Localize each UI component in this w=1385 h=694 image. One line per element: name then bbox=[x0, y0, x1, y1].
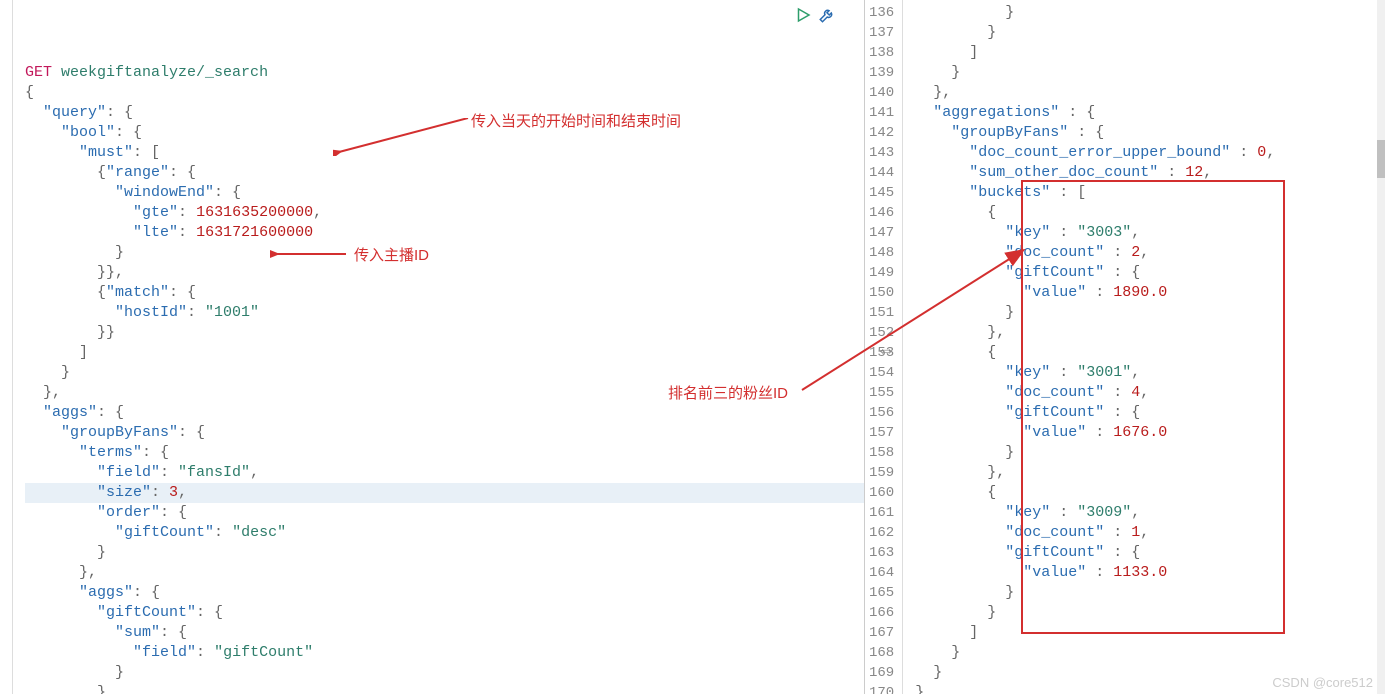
code-line[interactable]: } bbox=[25, 663, 864, 683]
code-line[interactable]: "aggs": { bbox=[25, 583, 864, 603]
code-line[interactable]: { bbox=[25, 83, 864, 103]
code-line[interactable]: "gte": 1631635200000, bbox=[25, 203, 864, 223]
panel-divider-icon[interactable]: ⇔ bbox=[880, 340, 892, 363]
request-editor-panel: GET weekgiftanalyze/_search{ "query": { … bbox=[0, 0, 865, 694]
code-line[interactable]: } bbox=[915, 643, 1385, 663]
left-gutter bbox=[0, 0, 13, 694]
watermark: CSDN @core512 bbox=[1272, 675, 1373, 690]
code-line[interactable]: } bbox=[25, 683, 864, 694]
code-line[interactable]: "lte": 1631721600000 bbox=[25, 223, 864, 243]
code-line[interactable]: "groupByFans" : { bbox=[915, 123, 1385, 143]
code-line[interactable]: "sum": { bbox=[25, 623, 864, 643]
line-number: 165 bbox=[869, 583, 894, 603]
code-line[interactable]: "size": 3, bbox=[25, 483, 864, 503]
line-number: 140 bbox=[869, 83, 894, 103]
code-line[interactable]: "windowEnd": { bbox=[25, 183, 864, 203]
line-number: 156 bbox=[869, 403, 894, 423]
arrow-host-id bbox=[270, 248, 350, 260]
line-number: 142 bbox=[869, 123, 894, 143]
code-line[interactable]: ] bbox=[915, 43, 1385, 63]
code-line[interactable]: GET weekgiftanalyze/_search bbox=[25, 63, 864, 83]
wrench-icon[interactable] bbox=[818, 6, 836, 24]
line-number: 147 bbox=[869, 223, 894, 243]
line-number: 161 bbox=[869, 503, 894, 523]
line-number: 137 bbox=[869, 23, 894, 43]
code-line[interactable]: "giftCount": "desc" bbox=[25, 523, 864, 543]
line-number: 136 bbox=[869, 3, 894, 23]
code-line[interactable]: }, bbox=[915, 83, 1385, 103]
code-line[interactable]: } bbox=[25, 363, 864, 383]
line-number: 160 bbox=[869, 483, 894, 503]
run-icon[interactable] bbox=[794, 6, 812, 24]
line-number: 158 bbox=[869, 443, 894, 463]
line-number: 164 bbox=[869, 563, 894, 583]
code-line[interactable]: "field": "giftCount" bbox=[25, 643, 864, 663]
code-line[interactable]: "aggregations" : { bbox=[915, 103, 1385, 123]
code-line[interactable]: "terms": { bbox=[25, 443, 864, 463]
code-line[interactable]: "aggs": { bbox=[25, 403, 864, 423]
line-number: 166 bbox=[869, 603, 894, 623]
line-number: 170 bbox=[869, 683, 894, 694]
line-number: 163 bbox=[869, 543, 894, 563]
arrow-top-fans bbox=[800, 245, 1030, 395]
code-line[interactable]: ] bbox=[25, 343, 864, 363]
line-number: 162 bbox=[869, 523, 894, 543]
line-number: 145 bbox=[869, 183, 894, 203]
code-line[interactable]: } bbox=[915, 23, 1385, 43]
annotation-host-id: 传入主播ID bbox=[354, 244, 429, 265]
line-number: 139 bbox=[869, 63, 894, 83]
code-line[interactable]: } bbox=[915, 3, 1385, 23]
result-highlight-box bbox=[1021, 180, 1285, 634]
code-line[interactable]: }, bbox=[25, 563, 864, 583]
line-number: 159 bbox=[869, 463, 894, 483]
line-number: 157 bbox=[869, 423, 894, 443]
code-line[interactable]: "giftCount": { bbox=[25, 603, 864, 623]
code-line[interactable]: }}, bbox=[25, 263, 864, 283]
editor-toolbar bbox=[794, 6, 836, 24]
line-number: 138 bbox=[869, 43, 894, 63]
request-code[interactable]: GET weekgiftanalyze/_search{ "query": { … bbox=[13, 0, 864, 694]
code-line[interactable]: {"match": { bbox=[25, 283, 864, 303]
code-line[interactable]: "order": { bbox=[25, 503, 864, 523]
code-line[interactable]: "field": "fansId", bbox=[25, 463, 864, 483]
line-number: 141 bbox=[869, 103, 894, 123]
code-line[interactable]: "groupByFans": { bbox=[25, 423, 864, 443]
line-number: 169 bbox=[869, 663, 894, 683]
annotation-top-fans: 排名前三的粉丝ID bbox=[668, 382, 788, 403]
right-scrollbar[interactable] bbox=[1377, 0, 1385, 694]
arrow-time-range bbox=[333, 118, 478, 156]
line-number: 144 bbox=[869, 163, 894, 183]
line-number: 167 bbox=[869, 623, 894, 643]
annotation-time-range: 传入当天的开始时间和结束时间 bbox=[471, 110, 681, 131]
code-line[interactable]: }} bbox=[25, 323, 864, 343]
code-line[interactable]: "hostId": "1001" bbox=[25, 303, 864, 323]
code-line[interactable]: } bbox=[25, 543, 864, 563]
code-line[interactable]: } bbox=[25, 243, 864, 263]
line-number: 168 bbox=[869, 643, 894, 663]
code-line[interactable]: {"range": { bbox=[25, 163, 864, 183]
line-number: 143 bbox=[869, 143, 894, 163]
code-line[interactable]: } bbox=[915, 63, 1385, 83]
line-number: 146 bbox=[869, 203, 894, 223]
code-line[interactable]: "doc_count_error_upper_bound" : 0, bbox=[915, 143, 1385, 163]
